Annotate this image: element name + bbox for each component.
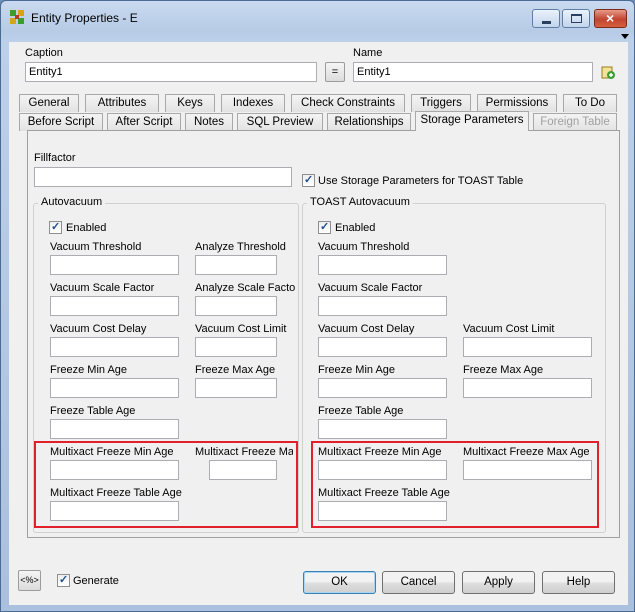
autovacuum-enabled-checkbox[interactable]: ✓ — [49, 221, 62, 234]
toast-highlight-box — [311, 441, 599, 528]
toast-freeze-min-age-label: Freeze Min Age — [318, 364, 396, 376]
vacuum-cost-limit-input[interactable] — [195, 337, 277, 357]
maximize-button[interactable] — [562, 9, 590, 28]
cancel-button[interactable]: Cancel — [382, 571, 455, 594]
freeze-table-age-input[interactable] — [50, 419, 179, 439]
toast-vacuum-scale-factor-label: Vacuum Scale Factor — [318, 282, 423, 294]
chevron-down-icon[interactable] — [621, 34, 629, 39]
toast-vacuum-cost-limit-input[interactable] — [463, 337, 592, 357]
toast-freeze-table-age-label: Freeze Table Age — [318, 405, 404, 417]
toast-enabled-checkbox[interactable]: ✓ — [318, 221, 331, 234]
analyze-threshold-input[interactable] — [195, 255, 277, 275]
minimize-button[interactable] — [532, 9, 560, 28]
autovacuum-title: Autovacuum — [38, 196, 106, 208]
toast-freeze-min-age-input[interactable] — [318, 378, 447, 398]
vacuum-scale-factor-input[interactable] — [50, 296, 179, 316]
tab-relationships[interactable]: Relationships — [327, 113, 411, 131]
analyze-threshold-label: Analyze Threshold — [195, 241, 286, 253]
checkmark-icon: ✓ — [304, 174, 314, 186]
dialog-window: Entity Properties - E × Caption Entity1 … — [0, 0, 635, 612]
vacuum-cost-delay-input[interactable] — [50, 337, 179, 357]
tab-triggers[interactable]: Triggers — [411, 94, 471, 112]
close-icon: × — [606, 10, 615, 26]
tab-storage-parameters[interactable]: Storage Parameters — [415, 111, 529, 131]
checkmark-icon: ✓ — [320, 221, 330, 233]
freeze-max-age-label: Freeze Max Age — [195, 364, 276, 376]
caption-label: Caption — [25, 47, 63, 59]
toast-vacuum-threshold-label: Vacuum Threshold — [318, 241, 410, 253]
code-tag-icon: <%> — [20, 575, 39, 585]
tab-attributes[interactable]: Attributes — [85, 94, 159, 112]
minimize-icon — [542, 21, 551, 24]
toast-vacuum-cost-delay-label: Vacuum Cost Delay — [318, 323, 415, 335]
tab-notes[interactable]: Notes — [185, 113, 233, 131]
caption-input[interactable]: Entity1 — [25, 62, 317, 82]
vacuum-threshold-input[interactable] — [50, 255, 179, 275]
equal-button[interactable]: = — [325, 62, 345, 82]
analyze-scale-factor-input[interactable] — [195, 296, 277, 316]
window-title: Entity Properties - E — [31, 11, 138, 25]
autovacuum-enabled-label: Enabled — [66, 222, 107, 234]
tab-keys[interactable]: Keys — [165, 94, 215, 112]
generate-checkbox[interactable]: ✓ — [57, 574, 70, 587]
tab-indexes[interactable]: Indexes — [221, 94, 285, 112]
freeze-table-age-label: Freeze Table Age — [50, 405, 136, 417]
freeze-max-age-input[interactable] — [195, 378, 277, 398]
freeze-min-age-input[interactable] — [50, 378, 179, 398]
tab-sql-preview[interactable]: SQL Preview — [237, 113, 323, 131]
checkmark-icon: ✓ — [51, 221, 61, 233]
generate-label: Generate — [73, 575, 119, 587]
entity-app-icon — [10, 10, 24, 24]
vacuum-cost-delay-label: Vacuum Cost Delay — [50, 323, 147, 335]
tag-button[interactable]: <%> — [18, 570, 41, 591]
analyze-scale-factor-label: Analyze Scale Facto — [195, 282, 296, 294]
toast-vacuum-cost-limit-label: Vacuum Cost Limit — [463, 323, 555, 335]
toast-freeze-table-age-input[interactable] — [318, 419, 447, 439]
fillfactor-label: Fillfactor — [34, 152, 76, 164]
vacuum-threshold-label: Vacuum Threshold — [50, 241, 142, 253]
name-input[interactable]: Entity1 — [353, 62, 593, 82]
toast-freeze-max-age-label: Freeze Max Age — [463, 364, 544, 376]
fillfactor-input[interactable] — [34, 167, 292, 187]
ok-button[interactable]: OK — [303, 571, 376, 594]
tab-before-script[interactable]: Before Script — [19, 113, 103, 131]
tab-check-constraints[interactable]: Check Constraints — [291, 94, 405, 112]
tab-general[interactable]: General — [19, 94, 79, 112]
help-button[interactable]: Help — [542, 571, 615, 594]
storage-parameters-panel: Fillfactor ✓ Use Storage Parameters for … — [27, 130, 620, 538]
name-label: Name — [353, 47, 383, 59]
title-bar[interactable]: Entity Properties - E × — [1, 1, 634, 31]
close-button[interactable]: × — [594, 9, 627, 28]
tab-to-do[interactable]: To Do — [563, 94, 617, 112]
autovacuum-highlight-box — [34, 441, 298, 528]
rename-icon[interactable] — [600, 64, 616, 80]
vacuum-cost-limit-label: Vacuum Cost Limit — [195, 323, 287, 335]
toast-vacuum-scale-factor-input[interactable] — [318, 296, 447, 316]
tab-permissions[interactable]: Permissions — [477, 94, 557, 112]
toast-enabled-label: Enabled — [335, 222, 376, 234]
toast-storage-label: Use Storage Parameters for TOAST Table — [318, 175, 524, 187]
tab-foreign-table: Foreign Table — [533, 113, 617, 131]
checkmark-icon: ✓ — [59, 574, 69, 586]
toast-vacuum-cost-delay-input[interactable] — [318, 337, 447, 357]
toast-autovacuum-title: TOAST Autovacuum — [307, 196, 413, 208]
maximize-icon — [571, 14, 582, 23]
toast-freeze-max-age-input[interactable] — [463, 378, 592, 398]
toast-storage-checkbox[interactable]: ✓ — [302, 174, 315, 187]
freeze-min-age-label: Freeze Min Age — [50, 364, 128, 376]
dialog-client-area: Caption Entity1 = Name Entity1 General A… — [9, 42, 628, 605]
apply-button[interactable]: Apply — [462, 571, 535, 594]
vacuum-scale-factor-label: Vacuum Scale Factor — [50, 282, 155, 294]
toast-vacuum-threshold-input[interactable] — [318, 255, 447, 275]
tab-after-script[interactable]: After Script — [107, 113, 181, 131]
